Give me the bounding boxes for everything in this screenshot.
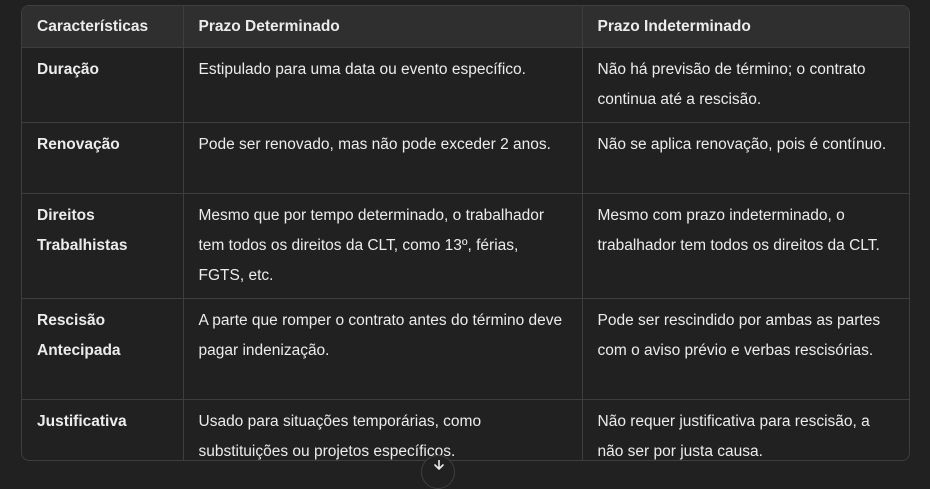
comparison-table-container: Características Prazo Determinado Prazo … bbox=[21, 5, 910, 461]
row-label: Duração bbox=[22, 47, 184, 123]
cell-indeterminado: Não se aplica renovação, pois é contínuo… bbox=[582, 122, 909, 194]
cell-indeterminado: Não requer justificativa para rescisão, … bbox=[597, 413, 870, 460]
cell-indeterminado: Mesmo com prazo indeterminado, o trabalh… bbox=[582, 193, 909, 299]
scroll-to-bottom-button[interactable] bbox=[421, 455, 455, 489]
table-header-row: Características Prazo Determinado Prazo … bbox=[22, 6, 909, 48]
table-row: Justificativa Usado para situações tempo… bbox=[22, 399, 909, 460]
cell-indeterminado: Não há previsão de término; o contrato c… bbox=[582, 47, 909, 123]
cell-determinado: Estipulado para uma data ou evento espec… bbox=[183, 47, 583, 123]
row-label: Rescisão Antecipada bbox=[22, 298, 184, 400]
header-prazo-determinado: Prazo Determinado bbox=[183, 6, 583, 48]
cell-indeterminado: Pode ser rescindido por ambas as partes … bbox=[582, 298, 909, 400]
row-label: Renovação bbox=[22, 122, 184, 194]
cell-determinado: Mesmo que por tempo determinado, o traba… bbox=[183, 193, 583, 299]
row-label: Direitos Trabalhistas bbox=[22, 193, 184, 299]
header-prazo-indeterminado: Prazo Indeterminado bbox=[582, 6, 909, 48]
comparison-table: Características Prazo Determinado Prazo … bbox=[22, 6, 909, 460]
table-row: Rescisão Antecipada A parte que romper o… bbox=[22, 298, 909, 400]
header-caracteristicas: Características bbox=[22, 6, 184, 48]
cell-determinado: Usado para situações temporárias, como s… bbox=[183, 399, 583, 460]
cell-determinado: Pode ser renovado, mas não pode exceder … bbox=[183, 122, 583, 194]
table-row: Duração Estipulado para uma data ou even… bbox=[22, 47, 909, 123]
table-row: Direitos Trabalhistas Mesmo que por temp… bbox=[22, 193, 909, 299]
cell-determinado: A parte que romper o contrato antes do t… bbox=[183, 298, 583, 400]
row-label: Justificativa bbox=[22, 399, 184, 460]
table-row: Renovação Pode ser renovado, mas não pod… bbox=[22, 122, 909, 194]
